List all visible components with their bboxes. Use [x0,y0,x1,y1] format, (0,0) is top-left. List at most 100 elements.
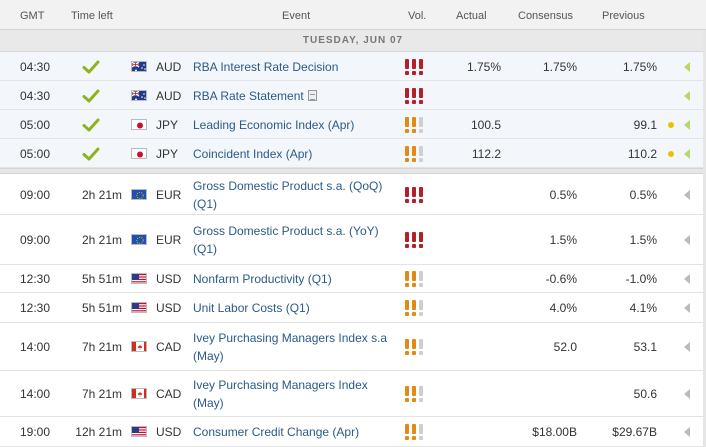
exclamation-icon [412,88,416,104]
table-row[interactable]: 14:00 7h 21m CAD Ivey Purchasing Managers I… [0,371,706,417]
event-time: 05:00 [20,147,51,161]
previous-value: 50.6 [633,387,657,401]
japan-flag [131,148,147,159]
volatility-high-icon [405,88,425,104]
table-row[interactable]: 09:00 2h 21m EUR Gross Domestic Product s.a… [0,174,706,215]
volatility-medium-icon [405,339,425,355]
table-row[interactable]: 04:30 AUD RBA Interest Rate Decision 1.75% 1… [0,52,706,81]
japan-flag-icon [132,120,146,129]
event-time-left: 12h 21m [75,425,122,439]
consensus-value: $18.00B [532,425,577,439]
australia-flag [131,90,147,101]
exclamation-icon [405,187,409,203]
volatility-medium-icon [405,386,425,402]
expand-arrow-icon[interactable] [684,389,690,399]
consensus-value: -0.6% [545,272,577,286]
exclamation-icon [412,59,416,75]
currency-code: USD [156,425,182,439]
event-name-link[interactable]: Ivey Purchasing Managers Index s.a (May) [193,329,388,365]
event-name[interactable]: Ivey Purchasing Managers Index s.a (May) [193,331,387,363]
previous-value: 99.1 [633,118,657,132]
currency-code: CAD [156,340,182,354]
table-row[interactable]: 12:30 5h 51m USD Unit Labor Costs (Q1) 4.0% 4… [0,293,706,323]
usa-flag [131,302,147,313]
expand-arrow-icon[interactable] [684,342,690,352]
event-time-left: 5h 51m [81,272,122,286]
currency-code: AUD [156,60,182,74]
event-name[interactable]: RBA Interest Rate Decision [193,60,338,74]
event-time-left: 2h 21m [81,233,122,247]
col-previous-header[interactable]: Previous [602,10,645,22]
event-name-link[interactable]: Consumer Credit Change (Apr) [193,423,388,441]
consensus-value: 1.75% [542,60,577,74]
exclamation-icon [419,339,423,355]
expand-arrow-icon[interactable] [684,91,690,101]
table-row[interactable]: 04:30 AUD RBA Rate Statement [0,81,706,110]
event-name[interactable]: Gross Domestic Product s.a. (QoQ) (Q1) [193,179,382,211]
event-name[interactable]: Nonfarm Productivity (Q1) [193,272,332,286]
col-time-left-header[interactable]: Time left [71,10,113,22]
event-name[interactable]: Consumer Credit Change (Apr) [193,425,359,439]
check-icon [82,146,100,162]
event-name[interactable]: Gross Domestic Product s.a. (YoY) (Q1) [193,224,379,256]
expand-arrow-icon[interactable] [684,190,690,200]
col-event-header[interactable]: Event [282,10,310,22]
revised-dot-icon [668,122,674,128]
table-row[interactable]: 14:00 7h 21m CAD Ivey Purchasing Managers I… [0,323,706,371]
exclamation-icon [412,187,416,203]
economic-calendar: GMT Time left Event Vol. Actual Consensu… [0,0,706,447]
exclamation-icon [412,117,416,133]
exclamation-icon [412,424,416,440]
expand-arrow-icon[interactable] [684,120,690,130]
usa-flag-icon [132,303,146,312]
event-name-link[interactable]: Nonfarm Productivity (Q1) [193,270,388,288]
volatility-medium-icon [405,271,425,287]
exclamation-icon [405,300,409,316]
event-name-link[interactable]: Gross Domestic Product s.a. (QoQ) (Q1) [193,177,388,213]
col-gmt-header[interactable]: GMT [20,10,44,22]
eu-flag-icon [132,235,146,244]
event-name-link[interactable]: Coincident Index (Apr) [193,145,388,163]
event-time-left: 5h 51m [81,301,122,315]
expand-arrow-icon[interactable] [684,149,690,159]
col-consensus-header[interactable]: Consensus [518,10,573,22]
event-name-link[interactable]: Ivey Purchasing Managers Index (May) [193,376,388,412]
consensus-value: 1.5% [549,233,577,247]
check-icon [82,59,100,75]
eu-flag-icon [132,190,146,199]
japan-flag-icon [132,149,146,158]
expand-arrow-icon[interactable] [684,303,690,313]
document-icon[interactable] [307,90,317,101]
expand-arrow-icon[interactable] [684,62,690,72]
actual-value: 112.2 [471,147,501,161]
expand-arrow-icon[interactable] [684,235,690,245]
event-name-link[interactable]: Leading Economic Index (Apr) [193,116,388,134]
event-name-link[interactable]: Unit Labor Costs (Q1) [193,299,388,317]
expand-arrow-icon[interactable] [684,427,690,437]
actual-value: 1.75% [466,60,501,74]
table-row[interactable]: 05:00 JPY Coincident Index (Apr) 112.2 110.2 [0,139,706,168]
event-name-link[interactable]: RBA Rate Statement [193,87,388,105]
event-name[interactable]: Unit Labor Costs (Q1) [193,301,310,315]
event-name-link[interactable]: Gross Domestic Product s.a. (YoY) (Q1) [193,222,388,258]
volatility-medium-icon [405,117,425,133]
event-name[interactable]: Coincident Index (Apr) [193,147,312,161]
table-row[interactable]: 12:30 5h 51m USD Nonfarm Productivity (Q1) -… [0,265,706,293]
expand-arrow-icon[interactable] [684,274,690,284]
currency-code: EUR [156,233,182,247]
table-row[interactable]: 09:00 2h 21m EUR Gross Domestic Product s.a… [0,215,706,265]
australia-flag [131,61,147,72]
currency-code: AUD [156,89,182,103]
australia-flag-icon [132,62,146,71]
event-name[interactable]: RBA Rate Statement [193,89,304,103]
table-row[interactable]: 05:00 JPY Leading Economic Index (Apr) 100.… [0,110,706,139]
exclamation-icon [405,424,409,440]
volatility-high-icon [405,232,425,248]
event-name[interactable]: Leading Economic Index (Apr) [193,118,354,132]
col-actual-header[interactable]: Actual [456,10,487,22]
day-separator: TUESDAY, JUN 07 [0,30,706,52]
event-name-link[interactable]: RBA Interest Rate Decision [193,58,388,76]
col-vol-header[interactable]: Vol. [408,10,426,22]
event-name[interactable]: Ivey Purchasing Managers Index (May) [193,378,368,410]
table-row[interactable]: 19:00 12h 21m USD Consumer Credit Change (A… [0,417,706,447]
